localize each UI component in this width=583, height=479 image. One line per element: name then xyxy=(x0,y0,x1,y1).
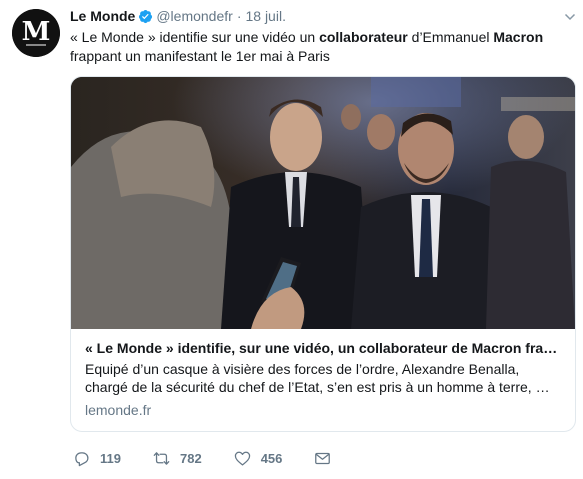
tweet-text: « Le Monde » identifie sur une vidéo un … xyxy=(70,28,550,66)
svg-text:M: M xyxy=(22,17,51,47)
reply-icon xyxy=(75,451,89,466)
card-body: « Le Monde » identifie, sur une vidéo, u… xyxy=(71,329,575,419)
heart-icon xyxy=(234,451,250,466)
link-card[interactable]: « Le Monde » identifie, sur une vidéo, u… xyxy=(70,76,576,432)
like-count: 456 xyxy=(260,450,283,466)
tweet-actions: 119 782 456 xyxy=(73,448,373,468)
retweet-button[interactable]: 782 xyxy=(153,450,202,467)
author-name[interactable]: Le Monde xyxy=(70,8,135,24)
photo-crowd-scene xyxy=(71,77,575,329)
like-button[interactable]: 456 xyxy=(234,450,283,467)
reply-count: 119 xyxy=(100,450,121,466)
tweet-date[interactable]: 18 juil. xyxy=(245,8,285,24)
tweet-text-part: d’Emmanuel xyxy=(407,29,494,45)
verified-badge-icon xyxy=(138,9,153,24)
tweet-header: Le Monde @lemondefr · 18 juil. xyxy=(70,6,576,26)
tweet-text-bold: collaborateur xyxy=(319,29,408,45)
card-title[interactable]: « Le Monde » identifie, sur une vidéo, u… xyxy=(85,339,561,357)
tweet[interactable]: M Le Monde @lemondefr · 18 juil. « Le Mo… xyxy=(0,0,583,479)
card-description: Equipé d’un casque à visière des forces … xyxy=(85,361,550,395)
envelope-icon xyxy=(315,452,331,464)
avatar[interactable]: M xyxy=(12,9,60,57)
card-image[interactable] xyxy=(71,77,575,329)
direct-message-button[interactable] xyxy=(314,450,341,467)
separator-dot: · xyxy=(236,8,242,24)
author-handle[interactable]: @lemondefr xyxy=(156,8,232,24)
le-monde-logo-icon: M xyxy=(12,9,60,57)
chevron-down-icon[interactable] xyxy=(564,10,576,22)
tweet-text-part: frappant un manifestant le 1er mai à Par… xyxy=(70,48,330,64)
tweet-content: Le Monde @lemondefr · 18 juil. « Le Mond… xyxy=(70,6,576,432)
card-domain[interactable]: lemonde.fr xyxy=(85,401,561,419)
retweet-count: 782 xyxy=(179,450,202,466)
reply-button[interactable]: 119 xyxy=(73,450,121,467)
tweet-text-bold: Macron xyxy=(493,29,544,45)
retweet-icon xyxy=(153,451,170,465)
tweet-text-part: « Le Monde » identifie sur une vidéo un xyxy=(70,29,320,45)
